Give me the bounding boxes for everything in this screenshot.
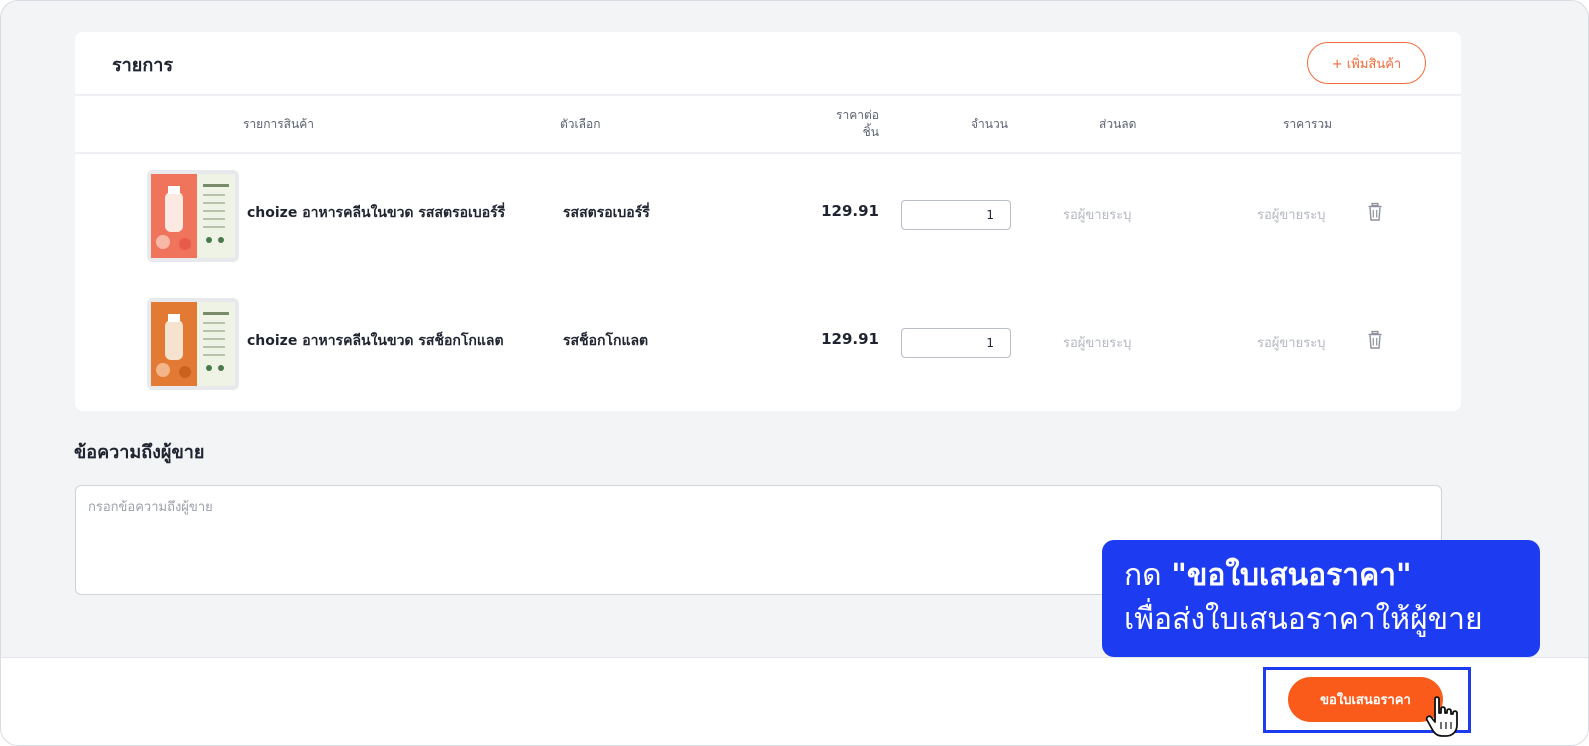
discount-pending: รอผู้ขายระบุ <box>1063 336 1132 351</box>
table-header: รายการสินค้า ตัวเลือก ราคาต่อ ชิ้น จำนวน… <box>75 96 1461 152</box>
table-row: choize อาหารคลีนในขวด รสช็อกโกแลต รสช็อก… <box>75 280 1461 408</box>
product-thumbnail <box>147 170 239 262</box>
product-thumbnail <box>147 298 239 390</box>
quantity-input[interactable] <box>901 200 1011 230</box>
product-option: รสสตรอเบอร์รี่ <box>563 205 650 221</box>
column-header-unit-price: ราคาต่อ ชิ้น <box>795 96 879 152</box>
add-product-button[interactable]: + เพิ่มสินค้า <box>1307 42 1426 84</box>
table-row: choize อาหารคลีนในขวด รสสตรอเบอร์รี่ รสส… <box>75 152 1461 280</box>
discount-pending: รอผู้ขายระบุ <box>1063 208 1132 223</box>
total-pending: รอผู้ขายระบุ <box>1257 208 1326 223</box>
column-header-unit-price-line1: ราคาต่อ <box>836 108 879 122</box>
column-header-quantity: จำนวน <box>971 116 1008 131</box>
column-header-unit-price-line2: ชิ้น <box>862 125 879 139</box>
trash-icon[interactable] <box>1367 330 1383 350</box>
hand-pointer-icon <box>1425 696 1458 737</box>
request-quotation-button[interactable]: ขอใบเสนอราคา <box>1288 677 1443 722</box>
column-header-product: รายการสินค้า <box>243 116 314 131</box>
total-pending: รอผู้ขายระบุ <box>1257 336 1326 351</box>
items-card: รายการ + เพิ่มสินค้า รายการสินค้า ตัวเลื… <box>75 32 1461 411</box>
trash-icon[interactable] <box>1367 202 1383 222</box>
product-unit-price: 129.91 <box>821 330 879 348</box>
items-title: รายการ <box>112 55 173 76</box>
instruction-callout: กด "ขอใบเสนอราคา" เพื่อส่งใบเสนอราคาให้ผ… <box>1102 540 1540 657</box>
callout-line-2: เพื่อส่งใบเสนอราคาให้ผู้ขาย <box>1124 602 1483 637</box>
column-header-option: ตัวเลือก <box>560 116 601 131</box>
callout-line-1: กด "ขอใบเสนอราคา" <box>1124 554 1518 598</box>
page-frame: รายการ + เพิ่มสินค้า รายการสินค้า ตัวเลื… <box>0 0 1589 746</box>
callout-emphasis: "ขอใบเสนอราคา" <box>1171 558 1412 593</box>
product-unit-price: 129.91 <box>821 202 879 220</box>
product-name[interactable]: choize อาหารคลีนในขวด รสสตรอเบอร์รี่ <box>247 202 505 224</box>
column-header-discount: ส่วนลด <box>1099 116 1137 131</box>
product-name[interactable]: choize อาหารคลีนในขวด รสช็อกโกแลต <box>247 330 504 352</box>
column-header-total: ราคารวม <box>1283 116 1333 131</box>
quantity-input[interactable] <box>901 328 1011 358</box>
message-section-title: ข้อความถึงผู้ขาย <box>74 442 205 463</box>
product-option: รสช็อกโกแลต <box>563 333 649 349</box>
callout-prefix: กด <box>1124 558 1172 593</box>
